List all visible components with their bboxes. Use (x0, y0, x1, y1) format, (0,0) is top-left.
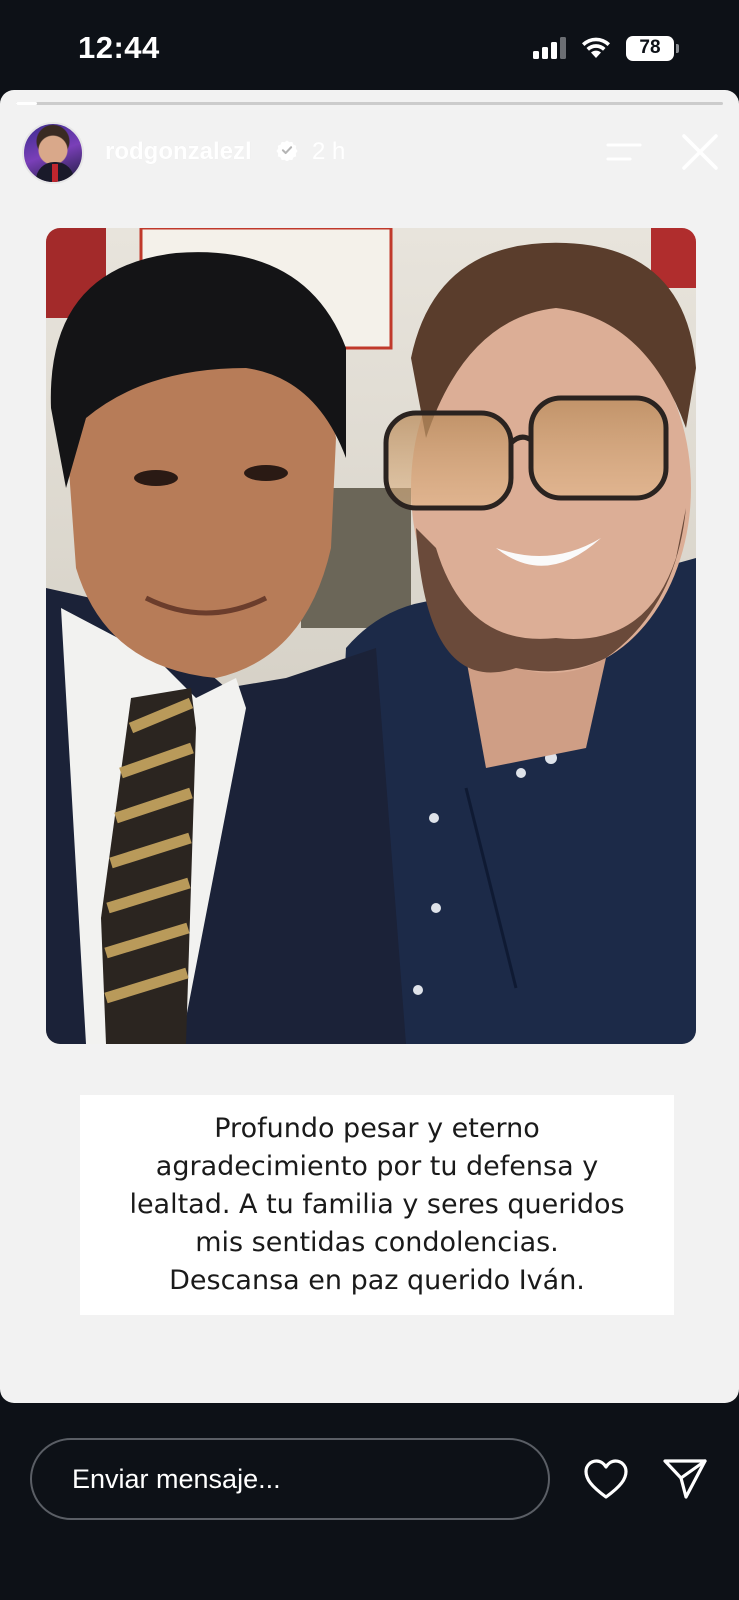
battery-icon: 78 (626, 35, 679, 61)
close-icon[interactable] (680, 132, 720, 172)
story-username[interactable]: rodgonzalezl (105, 138, 252, 166)
caption-box: Profundo pesar y eterno agradecimiento p… (80, 1095, 674, 1315)
avatar[interactable] (22, 122, 84, 184)
battery-level: 78 (626, 35, 674, 61)
story-time-ago: 2 h (312, 138, 346, 165)
story-viewer[interactable]: rodgonzalezl 2 h Profundo pesar y eterno… (0, 90, 739, 1403)
reply-bar: Enviar mensaje... (0, 1403, 739, 1600)
story-progress-fill (16, 102, 38, 105)
message-input[interactable]: Enviar mensaje... (30, 1438, 550, 1520)
wifi-icon (582, 37, 610, 58)
selfie-illustration (46, 228, 696, 1044)
send-icon[interactable] (662, 1457, 708, 1501)
heart-icon[interactable] (583, 1458, 629, 1500)
status-bar: 12:44 78 (0, 0, 739, 90)
story-progress-bar (16, 102, 723, 105)
status-time: 12:44 (78, 30, 160, 65)
verified-badge-icon (276, 140, 298, 161)
cellular-signal-icon (533, 37, 566, 59)
menu-icon[interactable] (604, 140, 644, 164)
story-caption: Profundo pesar y eterno agradecimiento p… (129, 1113, 625, 1296)
story-photo (46, 228, 696, 1044)
status-icons: 78 (533, 34, 679, 62)
